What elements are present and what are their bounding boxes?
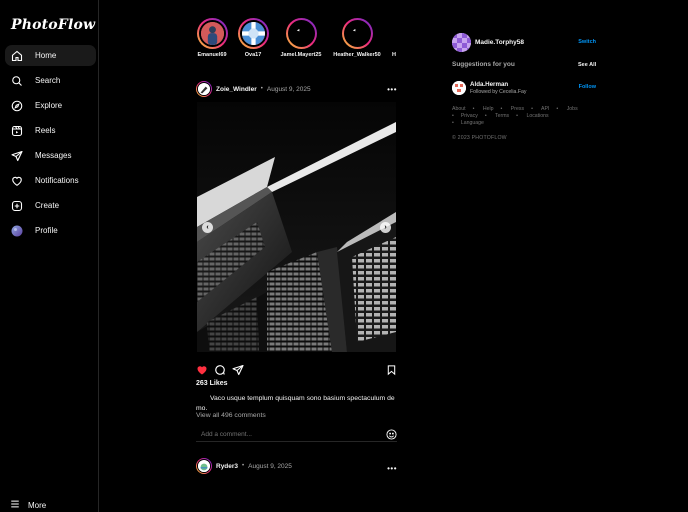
next-post-header: Ryder3 • August 9, 2025 ••• xyxy=(196,457,397,475)
suggestion-item: Alda.Herman Followed by Cecelia.Fay Foll… xyxy=(452,80,596,96)
sidebar-item-label: Profile xyxy=(35,226,58,235)
post-caption: Vaco usque templum quisquam sono basium … xyxy=(196,395,395,412)
separator-dot: • xyxy=(260,86,263,92)
story-username: Heather_Walker50 xyxy=(333,52,381,58)
like-count[interactable]: 263 Likes xyxy=(196,380,228,387)
current-user: Madie.Torphy58 Switch xyxy=(452,32,596,52)
story-avatar xyxy=(285,18,317,49)
compass-icon xyxy=(11,100,23,112)
suggestion-avatar[interactable] xyxy=(452,81,466,95)
suggestions-title: Suggestions for you xyxy=(452,61,515,68)
sidebar: PhotoFlow Home Search Explore Reels Mess… xyxy=(0,0,99,512)
footer-link-press[interactable]: Press xyxy=(511,106,524,112)
sidebar-item-reels[interactable]: Reels xyxy=(5,120,96,141)
reels-icon xyxy=(11,125,23,137)
sidebar-item-label: Messages xyxy=(35,151,72,160)
suggestion-username[interactable]: Alda.Herman xyxy=(470,81,508,88)
footer-link-locations[interactable]: Locations xyxy=(526,113,548,119)
suggestion-subtext: Followed by Cecelia.Fay xyxy=(470,89,527,95)
more-button[interactable]: More xyxy=(10,496,46,512)
separator-dot: • xyxy=(242,463,245,469)
post-user-avatar[interactable] xyxy=(196,458,212,474)
app-logo[interactable]: PhotoFlow xyxy=(11,17,95,33)
emoji-icon[interactable] xyxy=(386,427,397,445)
like-icon[interactable] xyxy=(196,363,208,381)
copyright: © 2023 PHOTOFLOW xyxy=(452,135,507,141)
view-comments-link[interactable]: View all 496 comments xyxy=(196,412,266,419)
story-username: Jamel.Mayert25 xyxy=(280,52,322,58)
current-username[interactable]: Madie.Torphy58 xyxy=(475,39,524,46)
comment-icon[interactable] xyxy=(214,363,226,381)
post-date: August 9, 2025 xyxy=(248,462,292,470)
footer-links: About • Help • Press • API • Jobs • Privacy • … xyxy=(452,106,578,127)
avatar-icon xyxy=(11,225,23,237)
story-avatar xyxy=(341,18,373,49)
footer-link-terms[interactable]: Terms xyxy=(495,113,509,119)
post-image[interactable]: ‹ › xyxy=(197,102,396,352)
footer-link-privacy[interactable]: Privacy xyxy=(461,113,478,119)
plus-square-icon xyxy=(11,200,23,212)
home-icon xyxy=(11,50,23,62)
bookmark-icon[interactable] xyxy=(386,363,397,381)
story-item[interactable]: Heather_Walker50 xyxy=(327,18,387,58)
post-header: Zoie_Windler • August 9, 2025 ••• xyxy=(196,80,397,98)
sidebar-item-label: Home xyxy=(35,51,57,60)
footer-link-jobs[interactable]: Jobs xyxy=(567,106,578,112)
sidebar-item-home[interactable]: Home xyxy=(5,45,96,66)
heart-icon xyxy=(11,175,23,187)
post-username[interactable]: Zoie_Windler xyxy=(216,86,257,93)
post-actions xyxy=(196,363,397,376)
carousel-prev-button[interactable]: ‹ xyxy=(202,222,213,233)
sidebar-item-create[interactable]: Create xyxy=(5,195,96,216)
story-item[interactable]: Jamel.Mayert25 xyxy=(271,18,331,58)
search-icon xyxy=(11,75,23,87)
comment-input[interactable] xyxy=(196,428,376,440)
more-options-icon[interactable]: ••• xyxy=(387,85,397,94)
sidebar-item-label: Create xyxy=(35,201,60,210)
sidebar-item-notifications[interactable]: Notifications xyxy=(5,170,96,191)
sidebar-item-label: Reels xyxy=(35,126,56,135)
hamburger-icon xyxy=(10,496,20,512)
share-icon[interactable] xyxy=(232,363,244,381)
sidebar-item-label: Notifications xyxy=(35,176,79,185)
send-icon xyxy=(11,150,23,162)
comment-box xyxy=(196,426,397,442)
more-label: More xyxy=(28,500,47,510)
post-username[interactable]: Ryder3 xyxy=(216,463,238,470)
sidebar-item-label: Search xyxy=(35,76,61,85)
footer-link-language[interactable]: Language xyxy=(461,120,484,126)
story-username: H xyxy=(392,52,396,58)
post-date: August 9, 2025 xyxy=(266,85,311,93)
sidebar-item-profile[interactable]: Profile xyxy=(5,220,96,241)
switch-link[interactable]: Switch xyxy=(578,39,596,45)
footer-link-api[interactable]: API xyxy=(541,106,549,112)
current-user-avatar[interactable] xyxy=(452,32,471,52)
footer-link-about[interactable]: About xyxy=(452,106,466,112)
sidebar-item-explore[interactable]: Explore xyxy=(5,95,96,116)
sidebar-item-search[interactable]: Search xyxy=(5,70,96,91)
story-item[interactable]: H xyxy=(387,18,399,58)
see-all-link[interactable]: See All xyxy=(578,62,596,68)
sidebar-item-messages[interactable]: Messages xyxy=(5,145,96,166)
carousel-next-button[interactable]: › xyxy=(380,222,391,233)
follow-button[interactable]: Follow xyxy=(579,84,596,90)
footer-link-help[interactable]: Help xyxy=(483,106,494,112)
sidebar-item-label: Explore xyxy=(35,101,63,110)
more-options-icon[interactable]: ••• xyxy=(387,464,397,473)
story-avatar xyxy=(237,18,269,49)
post-user-avatar[interactable] xyxy=(196,81,212,97)
